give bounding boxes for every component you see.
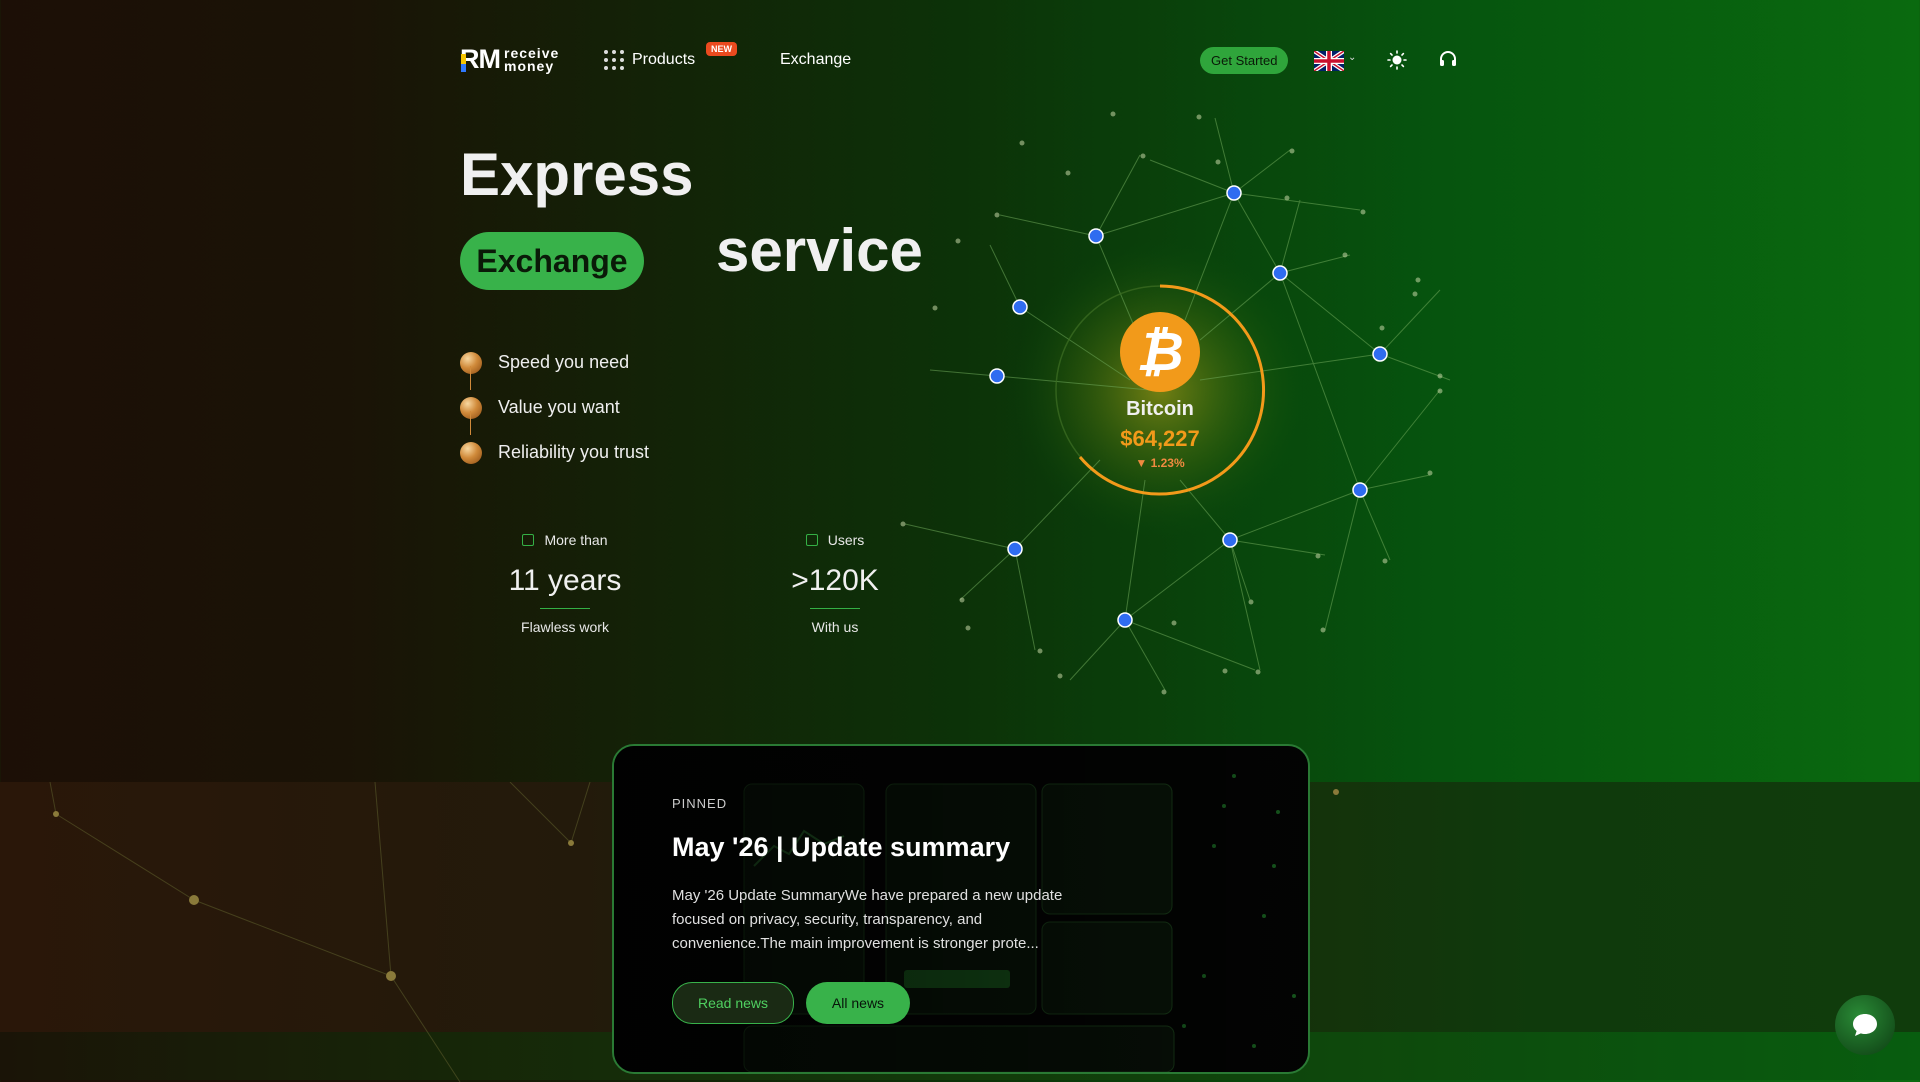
nav-products[interactable]: Products NEW: [604, 42, 737, 70]
feature-item: Value you want: [460, 385, 649, 430]
pinned-label: PINNED: [672, 796, 728, 811]
stat-years: More than 11 years Flawless work: [455, 532, 675, 635]
bullet-icon: [460, 351, 482, 374]
ticker-name: Bitcoin: [1126, 398, 1194, 420]
feature-text: Speed you need: [498, 352, 630, 372]
stat-divider: [810, 608, 860, 609]
bullet-icon: [460, 396, 482, 419]
chevron-down-icon[interactable]: ⌄: [1348, 52, 1356, 63]
feature-connector: [470, 366, 471, 390]
hero-title-express: Express: [460, 141, 694, 208]
logo[interactable]: RM receive money: [460, 44, 559, 75]
feature-connector: [470, 411, 471, 435]
ticker-change: ▼ 1.23%: [1135, 456, 1185, 470]
news-excerpt: May '26 Update SummaryWe have prepared a…: [672, 887, 1063, 952]
new-badge: NEW: [706, 42, 737, 56]
feature-list: Speed you need Value you want Reliabilit…: [460, 340, 649, 475]
stat-value: 11 years: [508, 564, 622, 597]
sun-icon[interactable]: [1387, 50, 1407, 70]
all-news-button[interactable]: All news: [806, 982, 910, 1024]
checkbox-icon: [522, 534, 535, 546]
get-started-button[interactable]: Get Started: [1200, 47, 1289, 74]
news-title: May '26 | Update summary: [672, 832, 1011, 862]
bullet-icon: [460, 441, 482, 464]
stat-label: More than: [544, 532, 608, 548]
ticker-price: $64,227: [1120, 426, 1200, 451]
nav-exchange[interactable]: Exchange: [780, 51, 851, 69]
header: RM receive money Products NEW Exchange G…: [460, 40, 1460, 82]
logo-mark: RM: [460, 44, 501, 74]
chat-bubble-icon: [1853, 1014, 1877, 1036]
feature-text: Reliability you trust: [498, 442, 650, 462]
stat-divider: [540, 608, 590, 609]
stat-label: Users: [827, 532, 865, 548]
read-news-button[interactable]: Read news: [672, 982, 794, 1024]
checkbox-icon: [805, 534, 818, 546]
news-card: PINNED May '26 | Update summary May '26 …: [612, 744, 1310, 1074]
grid-icon: [604, 50, 624, 70]
headset-icon[interactable]: [1438, 50, 1458, 70]
bitcoin-icon: ₿: [1120, 312, 1200, 392]
uk-flag-icon[interactable]: [1314, 51, 1344, 71]
chat-button[interactable]: [1835, 995, 1895, 1055]
feature-item: Speed you need: [460, 340, 649, 385]
feature-item: Reliability you trust: [460, 430, 649, 475]
logo-text-line2: money: [504, 57, 555, 74]
nav-products-label: Products: [632, 51, 696, 68]
stat-subtitle: Flawless work: [521, 619, 609, 635]
hero-title-pill: Exchange: [460, 232, 644, 290]
feature-text: Value you want: [498, 397, 620, 417]
